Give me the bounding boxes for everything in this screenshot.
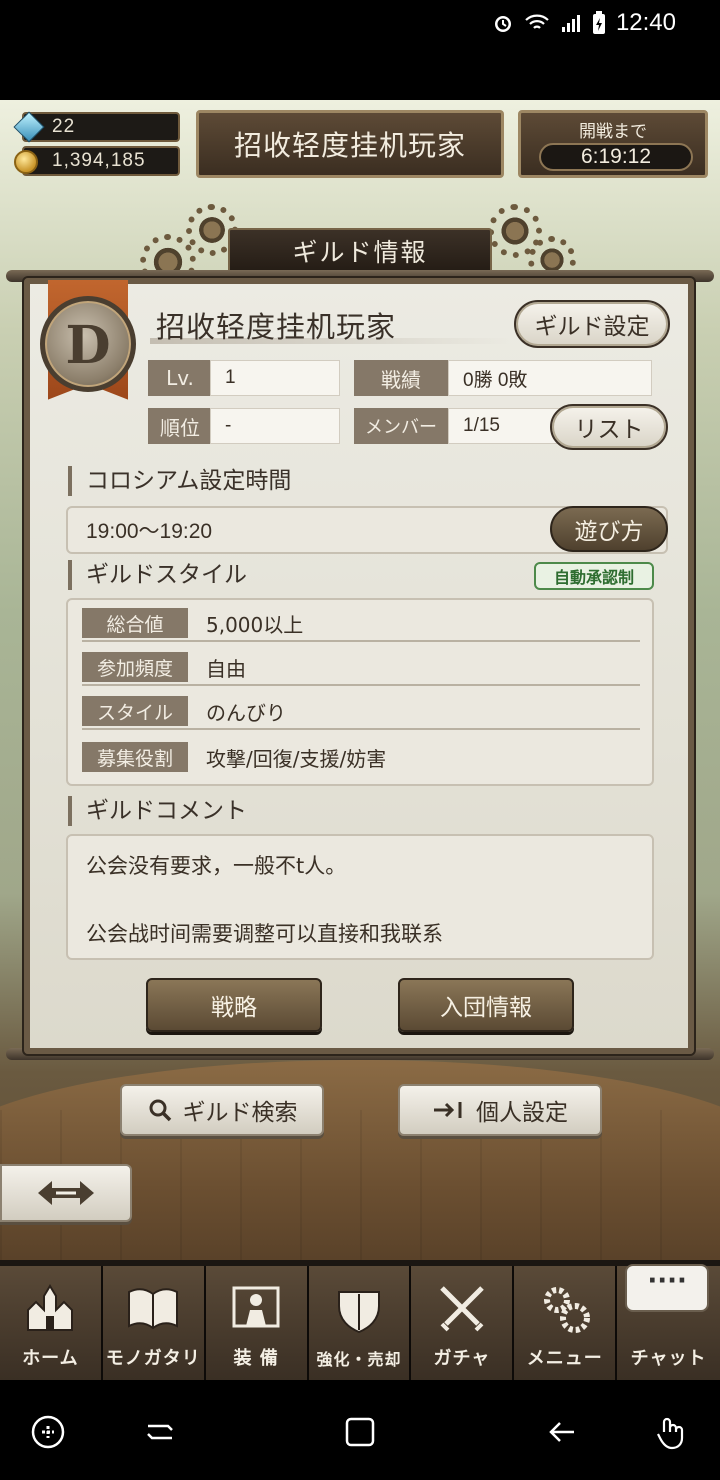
search-icon [149, 1099, 171, 1122]
game-tools-icon[interactable] [30, 1414, 66, 1450]
touch-gesture-icon[interactable] [654, 1414, 690, 1450]
level-value: 1 [210, 360, 340, 396]
guild-comment-title: ギルドコメント [68, 796, 247, 826]
member-list-button[interactable]: リスト [550, 404, 668, 450]
battle-countdown: 開戦まで 6:19:12 [518, 110, 708, 178]
chat-bubble-icon: ···· [625, 1264, 710, 1312]
how-to-play-button[interactable]: 遊び方 [550, 506, 668, 552]
rank-badge: D [40, 280, 136, 416]
strategy-button[interactable]: 戦略 [146, 978, 322, 1032]
status-bar: 12:40 [0, 0, 720, 100]
personal-settings-button[interactable]: 個人設定 [398, 1084, 602, 1136]
colosseum-time-value: 19:00〜19:20 [86, 520, 213, 543]
tab-home[interactable]: ホーム [0, 1266, 103, 1380]
battle-countdown-label: 開戦まで [579, 122, 647, 142]
tab-menu[interactable]: メニュー [514, 1266, 618, 1380]
record-label: 戦績 [354, 360, 448, 396]
swords-icon [434, 1280, 490, 1336]
recent-apps-icon[interactable] [142, 1414, 178, 1450]
guild-title-plate: 招收轻度挂机玩家 [196, 110, 504, 178]
style-key: 募集役割 [82, 742, 188, 772]
shield-icon [331, 1282, 387, 1338]
style-key: スタイル [82, 696, 188, 726]
style-row: スタイル のんびり [82, 692, 640, 730]
coin-count: 1,394,185 [52, 150, 146, 171]
style-key: 総合値 [82, 608, 188, 638]
alarm-icon [494, 16, 511, 32]
tab-label: チャット [630, 1348, 707, 1369]
record-value: 0勝 0敗 [448, 360, 652, 396]
coin-icon [14, 150, 38, 174]
guild-comment-box: 公会没有要求，一般不t人。 公会战时间需要调整可以直接和我联系 [66, 834, 654, 960]
style-value: 攻撃/回復/支援/妨害 [206, 747, 387, 771]
member-label: メンバー [354, 408, 448, 444]
style-value: のんびり [206, 701, 286, 725]
tab-label: ガチャ [433, 1348, 491, 1369]
home-nav-icon[interactable] [342, 1414, 378, 1450]
back-button[interactable] [0, 1164, 132, 1222]
system-nav-bar [0, 1380, 720, 1480]
comment-line: 公会没有要求，一般不t人。 [86, 854, 347, 878]
style-value: 自由 [206, 657, 246, 681]
book-icon [125, 1280, 181, 1336]
gem-count: 22 [52, 116, 76, 137]
style-value: 5,000以上 [206, 613, 304, 637]
guild-search-label: ギルド検索 [182, 1100, 298, 1126]
signal-icon [561, 15, 580, 32]
style-row: 総合値 5,000以上 [82, 604, 640, 642]
enter-arrow-icon [434, 1102, 462, 1118]
gem-counter: 22 [13, 111, 180, 143]
back-arrow-icon [38, 1181, 94, 1205]
tab-label: メニュー [526, 1348, 603, 1369]
wifi-icon [525, 14, 549, 29]
battery-icon [592, 11, 605, 34]
colosseum-title: コロシアム設定時間 [68, 466, 291, 496]
rank-letter: D [65, 315, 111, 376]
bottom-tab-bar: ホーム モノガタリ 装 備 強化・売却 ガチャ メニュー ···· チャット [0, 1260, 720, 1380]
tab-enhance-sell[interactable]: 強化・売却 [308, 1266, 412, 1380]
gears-icon [537, 1280, 593, 1336]
tab-story[interactable]: モノガタリ [102, 1266, 206, 1380]
tab-gacha[interactable]: ガチャ [411, 1266, 515, 1380]
auto-approval-badge: 自動承認制 [534, 562, 654, 590]
guild-search-button[interactable]: ギルド検索 [120, 1084, 324, 1136]
castle-icon [22, 1280, 78, 1336]
join-info-button[interactable]: 入団情報 [398, 978, 574, 1032]
comment-line: 公会战时间需要调整可以直接和我联系 [86, 922, 443, 946]
tab-label: ホーム [22, 1348, 79, 1369]
tab-chat[interactable]: ···· チャット [617, 1264, 720, 1380]
style-row: 募集役割 攻撃/回復/支援/妨害 [82, 738, 640, 776]
rank-disc: D [40, 296, 136, 392]
tab-label: モノガタリ [105, 1348, 201, 1369]
tab-equipment[interactable]: 装 備 [205, 1266, 309, 1380]
style-key: 参加頻度 [82, 652, 188, 682]
guild-name: 招收轻度挂机玩家 [156, 310, 397, 344]
level-label: Lv. [148, 360, 212, 396]
status-time: 12:40 [615, 9, 676, 36]
guild-settings-button[interactable]: ギルド設定 [514, 300, 670, 348]
battle-countdown-timer: 6:19:12 [539, 143, 693, 171]
style-row: 参加頻度 自由 [82, 648, 640, 686]
ranking-label: 順位 [148, 408, 212, 444]
status-icons: 12:40 [492, 8, 676, 38]
guild-style-title: ギルドスタイル [68, 560, 247, 590]
armor-icon [228, 1280, 284, 1336]
tab-label: 装 備 [233, 1348, 279, 1369]
ranking-value: - [210, 408, 340, 444]
tab-label: 強化・売却 [316, 1350, 402, 1369]
panel-header: ギルド情報 [228, 228, 492, 274]
personal-settings-label: 個人設定 [476, 1100, 568, 1126]
back-nav-icon[interactable] [544, 1414, 580, 1450]
gem-icon [13, 111, 45, 143]
game-screen: 22 1,394,185 招收轻度挂机玩家 開戦まで 6:19:12 ギルド情報… [0, 100, 720, 1380]
guild-style-box: 総合値 5,000以上 参加頻度 自由 スタイル のんびり 募集役割 攻撃/回復… [66, 598, 654, 786]
coin-counter: 1,394,185 [14, 146, 180, 176]
